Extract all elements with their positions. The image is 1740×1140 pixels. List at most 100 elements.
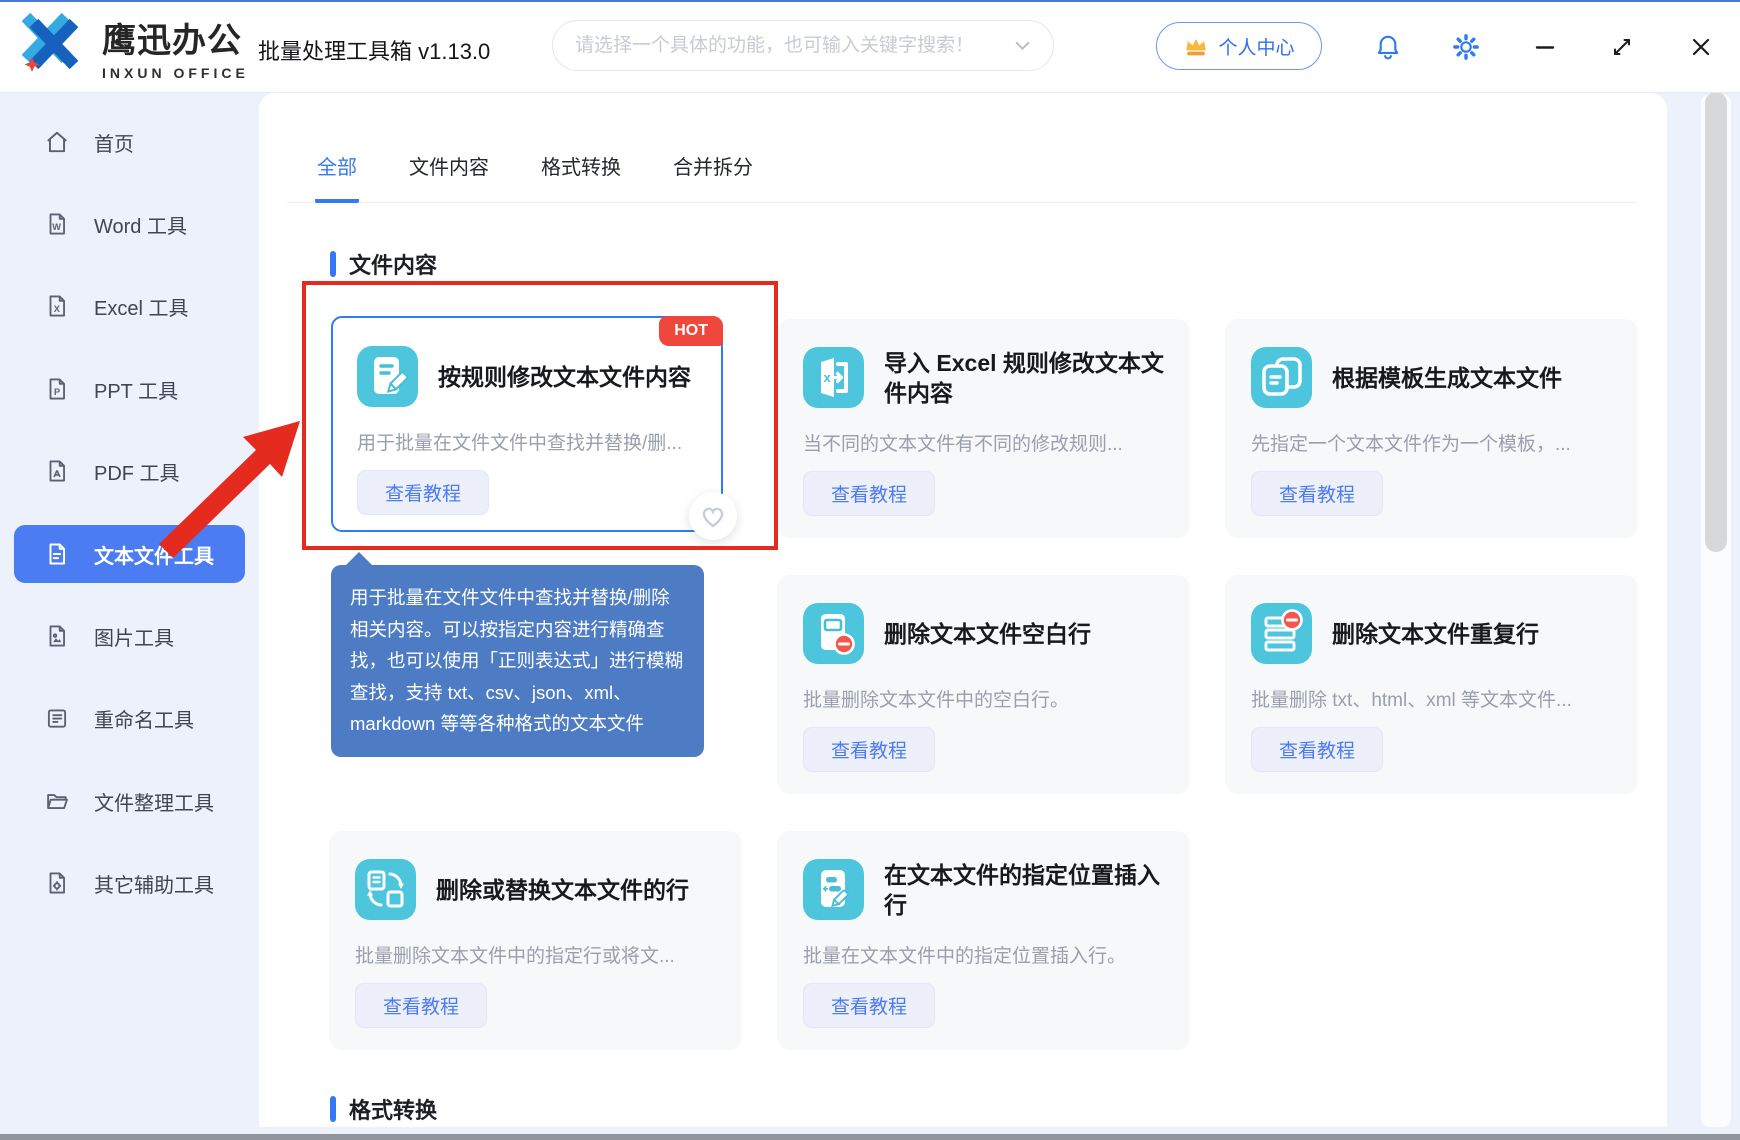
tool-card-desc: 批量在文本文件中的指定位置插入行。 [803, 941, 1164, 968]
sidebar-item-image-tools[interactable]: 图片工具 [14, 607, 245, 665]
maximize-icon [1609, 34, 1635, 60]
sidebar-item-label: PDF 工具 [94, 457, 180, 486]
tool-card-title: 在文本文件的指定位置插入行 [884, 860, 1164, 920]
ppt-doc-icon: P [44, 376, 70, 402]
tool-card-desc: 用于批量在文件文件中查找并替换/删... [357, 428, 697, 455]
tool-card-title: 根据模板生成文本文件 [1332, 363, 1562, 393]
sidebar-item-label: Excel 工具 [94, 292, 188, 321]
user-center-label: 个人中心 [1218, 33, 1294, 60]
search-input[interactable] [575, 35, 1014, 57]
app-header: 鹰迅办公 INXUN OFFICE 批量处理工具箱 v1.13.0 个人中心 [0, 0, 1740, 93]
folder-icon [44, 788, 70, 814]
app-logo-icon [22, 12, 92, 78]
tool-card-title: 删除文本文件空白行 [884, 619, 1091, 649]
sidebar-item-text-file-tools[interactable]: 文本文件工具 [14, 525, 245, 583]
excel-doc-icon: X [44, 293, 70, 319]
brand-name-cn: 鹰迅办公 [102, 13, 249, 62]
text-doc-icon [44, 541, 70, 567]
section-title: 格式转换 [349, 1093, 437, 1125]
tool-card-desc: 当不同的文本文件有不同的修改规则... [803, 429, 1164, 456]
function-search-select[interactable] [552, 20, 1054, 71]
remove-duplicate-lines-icon [1251, 603, 1312, 664]
tool-description-tooltip: 用于批量在文件文件中查找并替换/删除相关内容。可以按指定内容进行精确查找，也可以… [331, 565, 704, 757]
favorite-button[interactable] [689, 492, 737, 540]
sidebar-item-label: 文本文件工具 [94, 540, 214, 569]
view-tutorial-button[interactable]: 查看教程 [803, 983, 935, 1028]
category-tabs: 全部 文件内容 格式转换 合并拆分 [287, 133, 1637, 203]
view-tutorial-button[interactable]: 查看教程 [803, 471, 935, 516]
view-tutorial-button[interactable]: 查看教程 [355, 983, 487, 1028]
scrollbar-track[interactable] [1701, 95, 1731, 1127]
sidebar-item-label: Word 工具 [94, 210, 187, 239]
minimize-icon [1532, 34, 1558, 60]
minimize-button[interactable] [1529, 31, 1561, 63]
crown-icon [1183, 34, 1209, 58]
chevron-down-icon [1014, 40, 1031, 51]
user-center-button[interactable]: 个人中心 [1156, 22, 1322, 70]
sidebar-item-label: 文件整理工具 [94, 787, 214, 816]
scrollbar-thumb[interactable] [1705, 92, 1727, 552]
image-doc-icon [44, 623, 70, 649]
main-content-panel: 全部 文件内容 格式转换 合并拆分 文件内容 HOT 按规则修改文本文件内容 [259, 93, 1667, 1127]
tool-card-desc: 批量删除 txt、html、xml 等文本文件... [1251, 685, 1612, 712]
tool-card-title: 导入 Excel 规则修改文本文件内容 [884, 348, 1164, 408]
tab-merge-split[interactable]: 合并拆分 [671, 145, 755, 203]
brand-block: 鹰迅办公 INXUN OFFICE [102, 13, 249, 81]
tool-card-insert-line-at-position[interactable]: 在文本文件的指定位置插入行 批量在文本文件中的指定位置插入行。 查看教程 [777, 831, 1190, 1050]
view-tutorial-button[interactable]: 查看教程 [1251, 471, 1383, 516]
section-title: 文件内容 [349, 248, 437, 280]
heart-icon [698, 501, 728, 531]
brand-name-en: INXUN OFFICE [102, 65, 249, 81]
sidebar-item-label: 其它辅助工具 [94, 869, 214, 898]
sidebar: 首页 W Word 工具 X Excel 工具 P PPT 工具 PDF 工具 … [0, 93, 259, 1127]
sidebar-item-home[interactable]: 首页 [14, 113, 245, 171]
sidebar-item-label: 图片工具 [94, 622, 174, 651]
view-tutorial-button[interactable]: 查看教程 [803, 727, 935, 772]
tool-card-import-excel-rules[interactable]: x 导入 Excel 规则修改文本文件内容 当不同的文本文件有不同的修改规则..… [777, 319, 1190, 538]
tab-file-content[interactable]: 文件内容 [407, 145, 491, 203]
sidebar-item-label: 首页 [94, 128, 134, 157]
settings-button[interactable] [1450, 31, 1482, 63]
window-top-edge [0, 0, 1740, 2]
window-bottom-edge [0, 1134, 1740, 1140]
tool-card-desc: 批量删除文本文件中的指定行或将文... [355, 941, 716, 968]
doc-gear-icon [44, 870, 70, 896]
close-button[interactable] [1685, 31, 1717, 63]
view-tutorial-button[interactable]: 查看教程 [1251, 727, 1383, 772]
maximize-button[interactable] [1606, 31, 1638, 63]
sidebar-item-label: 重命名工具 [94, 704, 194, 733]
insert-line-icon [803, 859, 864, 920]
svg-text:P: P [54, 387, 60, 397]
pdf-doc-icon [44, 458, 70, 484]
svg-text:W: W [52, 222, 61, 232]
tool-card-desc: 先指定一个文本文件作为一个模板，... [1251, 429, 1612, 456]
tool-card-title: 按规则修改文本文件内容 [438, 362, 691, 392]
section-accent-bar [330, 1096, 336, 1122]
sidebar-item-ppt-tools[interactable]: P PPT 工具 [14, 360, 245, 418]
app-title: 批量处理工具箱 v1.13.0 [258, 34, 490, 66]
tool-card-remove-duplicate-lines[interactable]: 删除文本文件重复行 批量删除 txt、html、xml 等文本文件... 查看教… [1225, 575, 1638, 794]
tool-card-title: 删除文本文件重复行 [1332, 619, 1539, 649]
sidebar-item-rename-tools[interactable]: 重命名工具 [14, 689, 245, 747]
tool-card-delete-replace-lines[interactable]: 删除或替换文本文件的行 批量删除文本文件中的指定行或将文... 查看教程 [329, 831, 742, 1050]
view-tutorial-button[interactable]: 查看教程 [357, 470, 489, 515]
tab-format-convert[interactable]: 格式转换 [539, 145, 623, 203]
tab-all[interactable]: 全部 [315, 145, 359, 203]
hot-badge: HOT [659, 316, 723, 346]
tool-card-desc: 批量删除文本文件中的空白行。 [803, 685, 1164, 712]
tool-card-title: 删除或替换文本文件的行 [436, 875, 689, 905]
sidebar-item-pdf-tools[interactable]: PDF 工具 [14, 442, 245, 500]
sidebar-item-other-tools[interactable]: 其它辅助工具 [14, 854, 245, 912]
tool-card-generate-from-template[interactable]: 根据模板生成文本文件 先指定一个文本文件作为一个模板，... 查看教程 [1225, 319, 1638, 538]
excel-import-icon: x [803, 347, 864, 408]
sidebar-item-file-organize-tools[interactable]: 文件整理工具 [14, 772, 245, 830]
section-header-format-convert: 格式转换 [330, 1093, 437, 1125]
doc-edit-icon [357, 346, 418, 407]
notifications-button[interactable] [1372, 31, 1404, 63]
tool-card-remove-blank-lines[interactable]: 删除文本文件空白行 批量删除文本文件中的空白行。 查看教程 [777, 575, 1190, 794]
sidebar-item-excel-tools[interactable]: X Excel 工具 [14, 277, 245, 335]
tool-card-modify-text-by-rule[interactable]: HOT 按规则修改文本文件内容 用于批量在文件文件中查找并替换/删... 查看教… [331, 316, 723, 532]
template-docs-icon [1251, 347, 1312, 408]
close-icon [1688, 34, 1714, 60]
sidebar-item-word-tools[interactable]: W Word 工具 [14, 195, 245, 253]
